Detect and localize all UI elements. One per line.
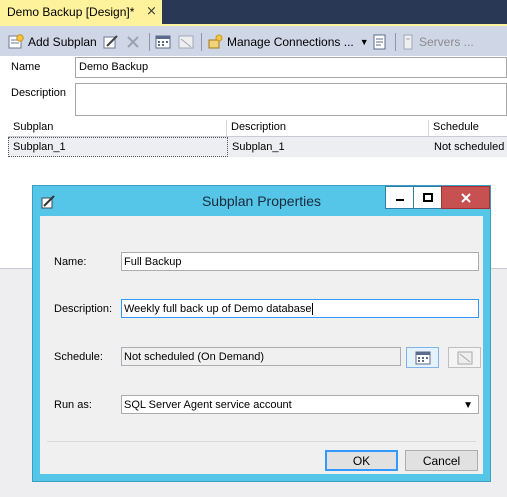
runas-selected-value: SQL Server Agent service account (124, 399, 292, 411)
cancel-button[interactable]: Cancel (405, 450, 478, 471)
delete-icon (127, 36, 139, 48)
calendar-remove-icon (178, 35, 194, 49)
dialog-runas-label: Run as: (54, 399, 92, 411)
name-label: Name (11, 61, 41, 73)
column-header-schedule[interactable]: Schedule (433, 121, 479, 133)
servers-button[interactable]: Servers ... (401, 33, 474, 51)
calendar-icon (415, 351, 430, 364)
name-field-value: Demo Backup (79, 61, 149, 73)
toolbar-separator (395, 33, 396, 51)
add-subplan-icon (8, 34, 24, 49)
minimize-button[interactable] (385, 186, 414, 209)
toolbar-separator (149, 33, 150, 51)
chevron-down-icon: ▼ (463, 400, 473, 411)
dropdown-arrow-icon[interactable]: ▼ (360, 37, 369, 47)
subplan-schedule-button[interactable] (155, 33, 171, 51)
document-tab-title: Demo Backup [Design]* (7, 5, 135, 19)
dialog-name-label: Name: (54, 256, 87, 268)
dialog-name-value: Full Backup (124, 256, 182, 268)
close-icon (460, 192, 471, 203)
properties-icon (103, 35, 118, 49)
dialog-description-input[interactable]: Weekly full back up of Demo database (121, 299, 479, 318)
table-row[interactable]: Subplan_1 Subplan_1 Not scheduled ( (8, 137, 507, 157)
designer-toolbar: Add Subplan Manage Connections ... ▼ Ser… (0, 26, 507, 56)
cell-description[interactable]: Subplan_1 (232, 141, 285, 153)
report-options-button[interactable] (372, 33, 388, 51)
column-divider (428, 120, 429, 136)
maximize-button[interactable] (413, 186, 442, 209)
subplan-properties-button[interactable] (103, 33, 119, 51)
dialog-body: Name: Full Backup Description: Weekly fu… (40, 216, 483, 474)
name-field[interactable]: Demo Backup (75, 57, 507, 78)
cancel-button-label: Cancel (422, 453, 461, 468)
dialog-schedule-label: Schedule: (54, 351, 103, 363)
description-label: Description (11, 87, 67, 99)
toolbar-separator (201, 33, 202, 51)
close-button[interactable] (441, 186, 490, 209)
ok-button-label: OK (352, 453, 371, 468)
cell-schedule[interactable]: Not scheduled ( (434, 141, 507, 153)
servers-icon (403, 34, 413, 50)
dialog-schedule-field: Not scheduled (On Demand) (121, 347, 401, 366)
remove-schedule-button[interactable] (178, 33, 194, 51)
dialog-description-value: Weekly full back up of Demo database (124, 303, 312, 315)
column-divider (226, 120, 227, 136)
dialog-divider (47, 441, 476, 442)
column-header-subplan[interactable]: Subplan (13, 121, 53, 133)
dialog-schedule-value: Not scheduled (On Demand) (124, 351, 265, 363)
dialog-name-input[interactable]: Full Backup (121, 252, 479, 271)
text-caret (311, 303, 313, 316)
add-subplan-button[interactable]: Add Subplan (8, 33, 97, 51)
calendar-remove-icon (457, 351, 472, 364)
runas-select[interactable]: SQL Server Agent service account ▼ (121, 395, 479, 414)
maximize-icon (422, 192, 433, 202)
subplan-properties-dialog: Subplan Properties Name: Full Backup Des… (32, 185, 491, 482)
edit-schedule-button[interactable] (406, 347, 439, 368)
description-field[interactable] (75, 83, 507, 116)
add-subplan-label: Add Subplan (28, 35, 97, 49)
cell-subplan[interactable]: Subplan_1 (13, 141, 66, 153)
remove-schedule-button[interactable] (448, 347, 481, 368)
column-header-description[interactable]: Description (231, 121, 286, 133)
servers-label: Servers ... (419, 35, 474, 49)
report-icon (373, 34, 386, 50)
manage-connections-label: Manage Connections ... (227, 35, 354, 49)
manage-connections-button[interactable]: Manage Connections ... ▼ (207, 33, 369, 51)
minimize-icon (395, 198, 404, 201)
tab-close-icon[interactable]: ⨯ (146, 3, 157, 19)
ok-button[interactable]: OK (325, 450, 398, 471)
document-tab[interactable]: Demo Backup [Design]* ⨯ (0, 0, 162, 24)
tab-strip: Demo Backup [Design]* ⨯ (0, 0, 507, 24)
delete-subplan-button[interactable] (126, 33, 140, 51)
connections-icon (208, 34, 223, 49)
dialog-description-label: Description: (54, 303, 113, 315)
grid-header: Subplan Description Schedule (8, 120, 507, 137)
calendar-icon (155, 35, 171, 49)
